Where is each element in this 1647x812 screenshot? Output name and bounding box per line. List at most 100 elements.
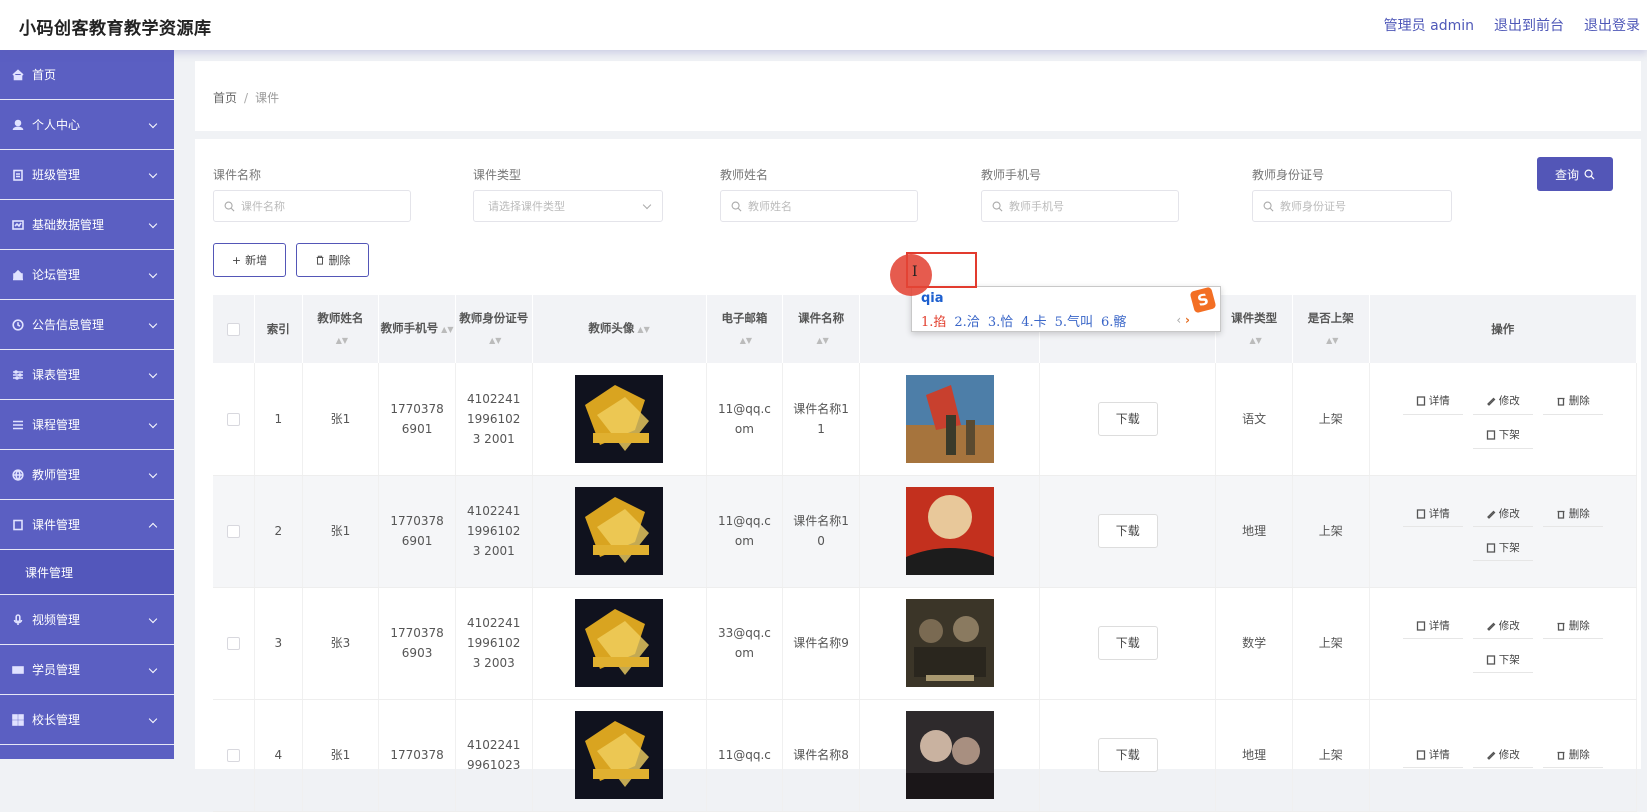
col-course-name[interactable]: 课件名称 ▲▼ (782, 295, 860, 363)
remove-button[interactable]: 删除 (1542, 742, 1603, 768)
ime-candidate[interactable]: 5.气叫 (1055, 311, 1093, 330)
chevron-left-icon[interactable]: ‹ (1176, 313, 1181, 327)
admin-label[interactable]: 管理员 admin (1384, 15, 1474, 35)
sidebar-item-class[interactable]: 班级管理 (0, 150, 174, 200)
teacher-name-input[interactable] (720, 190, 918, 222)
unshelve-button[interactable]: 下架 (1472, 535, 1533, 561)
cell-course-type: 地理 (1215, 699, 1293, 812)
col-avatar[interactable]: 教师头像 ▲▼ (532, 295, 707, 363)
detail-label: 详情 (1428, 507, 1450, 520)
cell-ops: 详情 修改 删除 下架 (1369, 587, 1638, 700)
unshelve-label: 下架 (1498, 429, 1520, 442)
chevron-right-icon[interactable]: › (1185, 313, 1190, 327)
course-name-field[interactable] (241, 199, 381, 213)
sidebar-item-label: 课件管理 (32, 518, 81, 532)
chevron-down-icon (148, 369, 158, 379)
logout-link[interactable]: 退出登录 (1584, 15, 1640, 35)
plus-icon: + (231, 253, 242, 267)
edit-button[interactable]: 修改 (1472, 742, 1533, 768)
ime-candidate[interactable]: 6.髂 (1101, 311, 1126, 330)
ime-page-nav[interactable]: ‹ › (1176, 313, 1190, 327)
cell-index: 3 (254, 587, 303, 700)
to-front-link[interactable]: 退出到前台 (1494, 15, 1564, 35)
sidebar-item-home[interactable]: 首页 (0, 50, 174, 100)
sidebar-item-courseware[interactable]: 课件管理 (0, 500, 174, 550)
edit-button[interactable]: 修改 (1472, 389, 1533, 415)
sidebar-item-course[interactable]: 课程管理 (0, 400, 174, 450)
remove-button[interactable]: 删除 (1542, 501, 1603, 527)
ime-candidate[interactable]: 4.卡 (1021, 311, 1046, 330)
row-checkbox[interactable] (226, 637, 240, 650)
delete-button[interactable]: 删除 (296, 243, 369, 277)
teacher-name-label: 教师姓名 (720, 168, 769, 182)
course-type-select[interactable]: 请选择课件类型 (473, 190, 663, 222)
cell-index: 2 (254, 475, 303, 588)
unshelve-button[interactable]: 下架 (1472, 647, 1533, 673)
sidebar-item-video[interactable]: 视频管理 (0, 595, 174, 645)
download-button[interactable]: 下载 (1097, 738, 1158, 772)
document-icon (1416, 749, 1425, 760)
teacher-id-input[interactable] (1252, 190, 1452, 222)
ime-candidate[interactable]: 1.掐 (921, 311, 946, 330)
col-email-label: 电子邮箱 (721, 310, 768, 325)
download-button[interactable]: 下载 (1097, 401, 1158, 436)
ime-candidate[interactable]: 2.洽 (954, 311, 979, 330)
col-email[interactable]: 电子邮箱 ▲▼ (706, 295, 784, 363)
teacher-phone-input[interactable] (981, 190, 1179, 222)
cell-avatar (532, 587, 707, 700)
row-checkbox[interactable] (226, 412, 240, 426)
row-checkbox[interactable] (226, 749, 240, 762)
cell-cover (859, 587, 1041, 700)
sidebar-item-forum[interactable]: 论坛管理 (0, 250, 174, 300)
breadcrumb-home[interactable]: 首页 (213, 91, 237, 105)
teacher-name-field[interactable] (748, 199, 888, 213)
add-button[interactable]: + 新增 (213, 243, 286, 277)
breadcrumb-panel: 首页 / 课件 (195, 61, 1641, 131)
cell-file: 下载 (1039, 363, 1217, 476)
teacher-phone-field[interactable] (1009, 199, 1149, 213)
detail-button[interactable]: 详情 (1402, 613, 1463, 639)
sidebar-subitem-courseware[interactable]: 课件管理 (0, 550, 174, 595)
col-teacher-name[interactable]: 教师姓名 ▲▼ (302, 295, 380, 363)
remove-button[interactable]: 删除 (1542, 613, 1603, 639)
unshelve-button[interactable]: 下架 (1472, 423, 1533, 449)
select-all-checkbox[interactable] (226, 322, 240, 336)
sidebar-item-timetable[interactable]: 课表管理 (0, 350, 174, 400)
ime-candidate[interactable]: 3.恰 (988, 311, 1013, 330)
chevron-down-icon (148, 319, 158, 329)
download-button[interactable]: 下载 (1097, 626, 1158, 660)
sidebar-item-label: 基础数据管理 (32, 218, 105, 232)
sidebar-item-principal[interactable]: 校长管理 (0, 695, 174, 745)
sidebar-item-profile[interactable]: 个人中心 (0, 100, 174, 150)
query-button[interactable]: 查询 (1537, 157, 1613, 191)
cell-ops: 详情 修改 删除 (1369, 699, 1638, 812)
edit-label: 修改 (1498, 507, 1520, 520)
chevron-down-icon (148, 614, 158, 624)
detail-button[interactable]: 详情 (1402, 389, 1463, 415)
sidebar-item-notice[interactable]: 公告信息管理 (0, 300, 174, 350)
cell-course-name: 课件名称9 (782, 587, 860, 700)
edit-button[interactable]: 修改 (1472, 501, 1533, 527)
course-cover-image (905, 711, 994, 799)
col-on-shelf[interactable]: 是否上架 ▲▼ (1292, 295, 1370, 363)
detail-button[interactable]: 详情 (1402, 742, 1463, 768)
ime-candidate-window[interactable]: qia 1.掐 2.洽 3.恰 4.卡 5.气叫 6.髂 ‹ › S (911, 286, 1221, 332)
sidebar-item-label: 视频管理 (32, 613, 81, 627)
col-course-type[interactable]: 课件类型 ▲▼ (1215, 295, 1293, 363)
download-button[interactable]: 下载 (1097, 514, 1158, 548)
edit-label: 修改 (1498, 619, 1520, 632)
detail-button[interactable]: 详情 (1402, 501, 1463, 527)
course-name-input[interactable] (213, 190, 411, 222)
list-icon (12, 419, 24, 431)
remove-button[interactable]: 删除 (1542, 389, 1603, 415)
cell-email: 33@qq.com (706, 587, 784, 700)
row-checkbox[interactable] (226, 525, 240, 538)
col-teacher-id[interactable]: 教师身份证号 ▲▼ (455, 295, 533, 363)
teacher-id-field[interactable] (1280, 199, 1420, 213)
edit-button[interactable]: 修改 (1472, 613, 1533, 639)
col-teacher-phone[interactable]: 教师手机号 ▲▼ (378, 295, 456, 363)
sidebar-item-teacher[interactable]: 教师管理 (0, 450, 174, 500)
sidebar-item-basic-data[interactable]: 基础数据管理 (0, 200, 174, 250)
sidebar-item-students[interactable]: 学员管理 (0, 645, 174, 695)
col-avatar-label: 教师头像 (588, 321, 635, 335)
